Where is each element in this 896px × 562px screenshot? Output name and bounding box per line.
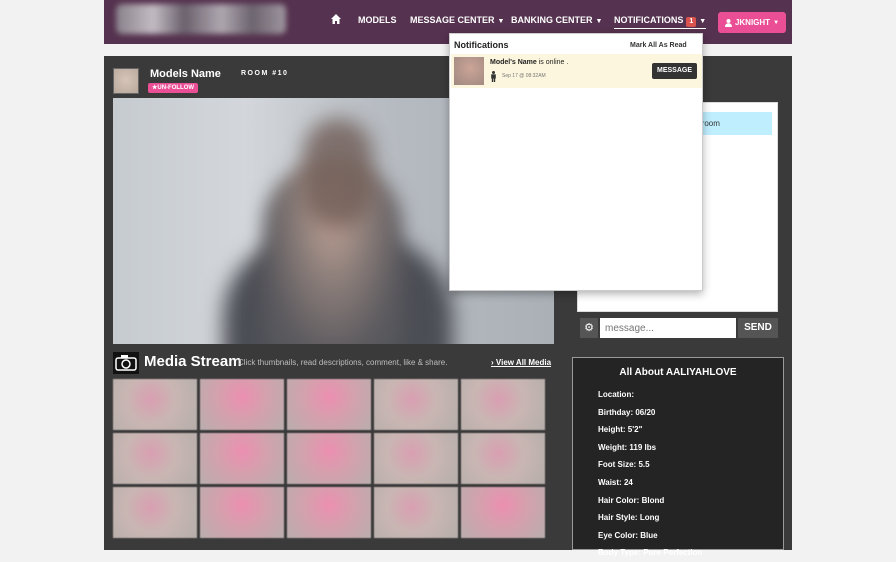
chat-message-input[interactable] — [600, 318, 736, 338]
media-thumbnail[interactable] — [113, 433, 197, 484]
user-icon — [724, 18, 732, 27]
send-button[interactable]: SEND — [738, 318, 778, 338]
about-title: All About AALIYAHLOVE — [619, 367, 737, 378]
media-thumbnail[interactable] — [113, 379, 197, 430]
about-row-hair-style: Hair Style: Long — [598, 513, 660, 523]
caret-down-icon: ▼ — [497, 18, 505, 25]
media-thumbnail[interactable] — [287, 487, 371, 538]
media-stream-title: Media Stream — [144, 353, 242, 370]
media-thumbnail[interactable] — [374, 379, 458, 430]
camera-icon — [113, 352, 139, 374]
about-row-body-type: Body Type: Pure Perfection — [598, 548, 703, 558]
media-thumbnail[interactable] — [461, 487, 545, 538]
nav-models[interactable]: MODELS — [358, 15, 397, 25]
about-list: Location: Birthday: 06/20 Height: 5'2" W… — [598, 386, 702, 562]
site-logo[interactable] — [116, 4, 286, 34]
media-thumbnail[interactable] — [200, 433, 284, 484]
media-thumbnail[interactable] — [113, 487, 197, 538]
notification-item[interactable]: Model's Name is online . Sep 17 @ 08:32A… — [451, 54, 702, 88]
about-row-birthday: Birthday: 06/20 — [598, 407, 656, 417]
notifications-dropdown: Notifications Mark All As Read Model's N… — [449, 33, 703, 291]
view-all-media-link[interactable]: › View All Media — [491, 358, 551, 367]
model-about-panel: All About AALIYAHLOVE Location: Birthday… — [572, 357, 784, 557]
notification-avatar — [454, 57, 484, 85]
nav-message-center[interactable]: MESSAGE CENTER ▼ — [410, 15, 504, 25]
chevron-right-icon: › — [491, 358, 494, 367]
about-row-eye-color: Eye Color: Blue — [598, 530, 658, 540]
about-row-weight: Weight: 119 lbs — [598, 442, 657, 452]
room-number: ROOM #10 — [241, 70, 289, 77]
nav-banking-center[interactable]: BANKING CENTER ▼ — [511, 15, 602, 25]
user-name: JKNIGHT — [734, 18, 771, 27]
media-thumbnail[interactable] — [461, 433, 545, 484]
user-menu-button[interactable]: JKNIGHT ▼ — [718, 12, 786, 33]
media-thumbnail[interactable] — [374, 433, 458, 484]
about-row-foot-size: Foot Size: 5.5 — [598, 460, 650, 470]
model-name: Models Name — [150, 68, 221, 80]
gear-icon[interactable]: ⚙ — [580, 318, 598, 338]
media-stream-description: Click thumbnails, read descriptions, com… — [238, 358, 448, 367]
media-thumbnail[interactable] — [200, 487, 284, 538]
caret-down-icon: ▼ — [773, 19, 780, 26]
media-thumbnail[interactable] — [287, 379, 371, 430]
video-blur-layer — [303, 118, 373, 228]
mark-all-read-link[interactable]: Mark All As Read — [630, 42, 687, 49]
media-thumbnail[interactable] — [461, 379, 545, 430]
caret-down-icon: ▼ — [595, 18, 603, 25]
about-row-location: Location: — [598, 390, 634, 399]
unfollow-button[interactable]: ★UN-FOLLOW — [148, 83, 199, 93]
model-avatar[interactable] — [113, 68, 139, 94]
caret-down-icon: ▼ — [699, 18, 707, 25]
about-row-waist: Waist: 24 — [598, 477, 633, 487]
notification-time: Sep 17 @ 08:32AM — [502, 73, 546, 79]
notifications-title: Notifications — [454, 40, 509, 50]
nav-notifications[interactable]: NOTIFICATIONS 1 ▼ — [614, 15, 707, 29]
media-thumbnail[interactable] — [374, 487, 458, 538]
about-row-height: Height: 5'2" — [598, 425, 643, 435]
notification-text: Model's Name is online . — [490, 59, 569, 66]
media-thumbnail[interactable] — [287, 433, 371, 484]
home-icon[interactable] — [330, 13, 342, 25]
person-icon — [491, 71, 496, 82]
notification-count-badge: 1 — [686, 17, 697, 27]
media-thumbnail[interactable] — [200, 379, 284, 430]
about-row-hair-color: Hair Color: Blond — [598, 495, 665, 505]
media-thumbnail-grid — [113, 379, 554, 541]
message-button[interactable]: MESSAGE — [652, 63, 697, 79]
